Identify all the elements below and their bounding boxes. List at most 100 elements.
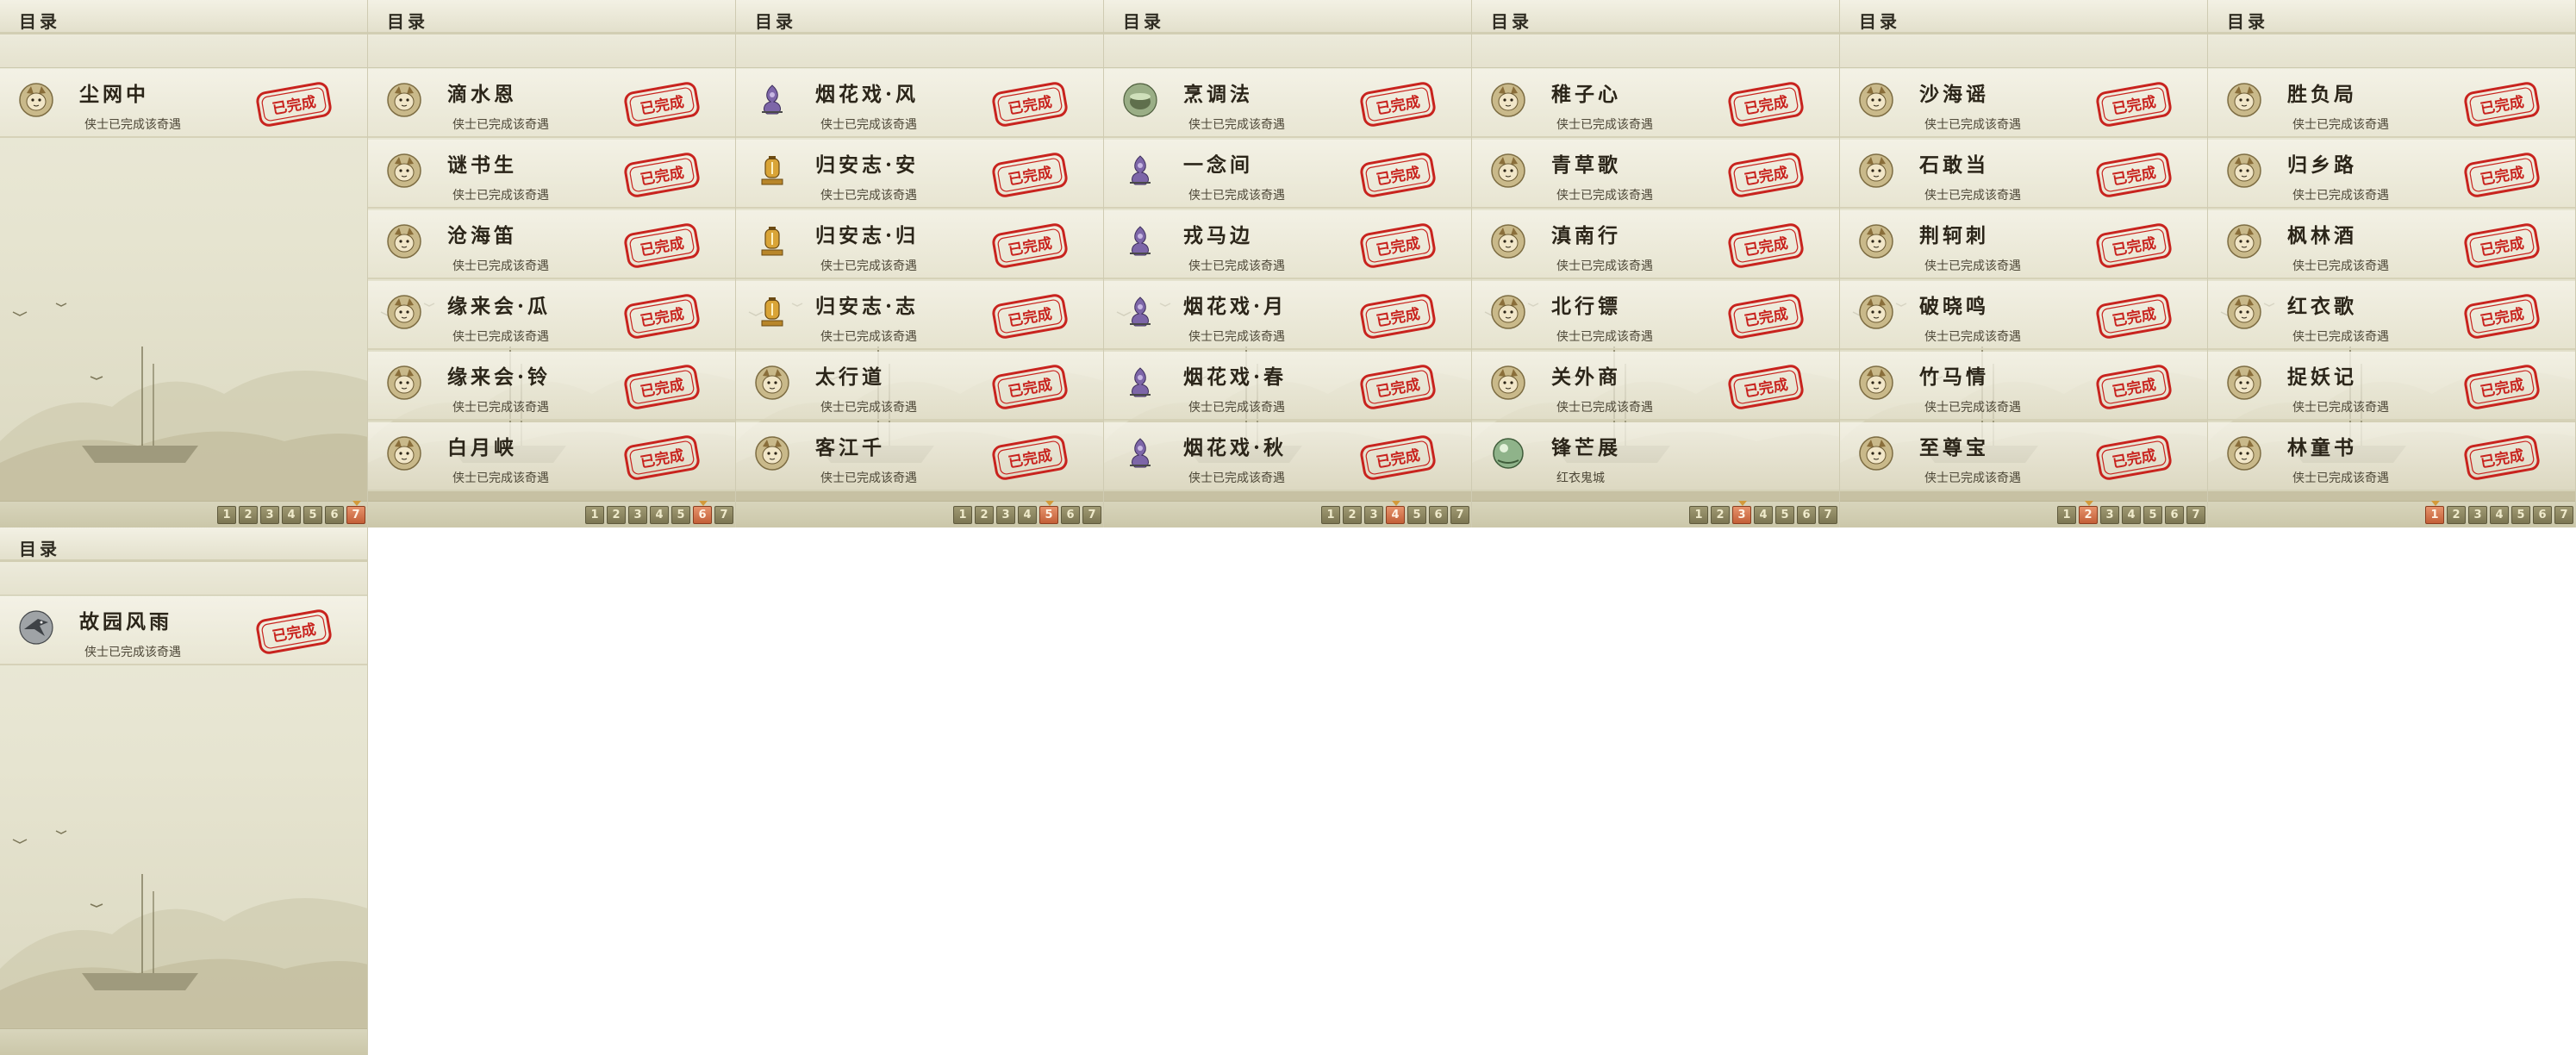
encounter-list-item[interactable]: 荆轲刺 侠士已完成该奇遇 已完成 — [1840, 210, 2207, 279]
encounter-list-item[interactable]: 沙海谣 侠士已完成该奇遇 已完成 — [1840, 69, 2207, 138]
encounter-list-item[interactable]: 尘网中 侠士已完成该奇遇 已完成 — [0, 69, 367, 138]
page-button[interactable]: 2 — [2447, 506, 2466, 524]
encounter-list-item[interactable]: 戎马边 侠士已完成该奇遇 已完成 — [1104, 210, 1471, 279]
panel-header: 目录 — [736, 0, 1103, 34]
page-button-current[interactable]: 4 — [1386, 501, 1405, 524]
encounter-list: 滴水恩 侠士已完成该奇遇 已完成 谜书生 侠士已完成该奇遇 已完成 沧海笛 侠士… — [368, 69, 735, 493]
encounter-list-item[interactable]: 关外商 侠士已完成该奇遇 已完成 — [1472, 352, 1839, 421]
page-button[interactable]: 6 — [2533, 506, 2552, 524]
encounter-list-item[interactable]: 竹马情 侠士已完成该奇遇 已完成 — [1840, 352, 2207, 421]
encounter-title: 北行镖 — [1551, 295, 1621, 318]
encounter-list-item[interactable]: 烟花戏·月 侠士已完成该奇遇 已完成 — [1104, 281, 1471, 350]
encounter-list-item[interactable]: 北行镖 侠士已完成该奇遇 已完成 — [1472, 281, 1839, 350]
page-button[interactable]: 2 — [975, 506, 994, 524]
encounter-status: 侠士已完成该奇遇 — [820, 259, 917, 273]
encounter-list-item[interactable]: 缘来会·铃 侠士已完成该奇遇 已完成 — [368, 352, 735, 421]
page-button[interactable]: 2 — [1711, 506, 1730, 524]
page-button[interactable]: 3 — [1364, 506, 1383, 524]
encounter-list-item[interactable]: 故园风雨 侠士已完成该奇遇 已完成 — [0, 596, 367, 665]
page-button[interactable]: 2 — [239, 506, 258, 524]
encounter-title: 烟花戏·春 — [1183, 365, 1288, 389]
page-button[interactable]: 7 — [1450, 506, 1469, 524]
encounter-list-item[interactable]: 烟花戏·秋 侠士已完成该奇遇 已完成 — [1104, 422, 1471, 491]
encounter-list-item[interactable]: 青草歌 侠士已完成该奇遇 已完成 — [1472, 140, 1839, 209]
page-button[interactable]: 6 — [1061, 506, 1080, 524]
page-button-current[interactable]: 7 — [346, 501, 365, 524]
page-button[interactable]: 4 — [650, 506, 669, 524]
encounter-status: 侠士已完成该奇遇 — [1188, 330, 1285, 344]
encounter-list-item[interactable]: 胜负局 侠士已完成该奇遇 已完成 — [2208, 69, 2575, 138]
page-button[interactable]: 6 — [1797, 506, 1816, 524]
page-button[interactable]: 4 — [282, 506, 301, 524]
encounter-list-item[interactable]: 归安志·安 侠士已完成该奇遇 已完成 — [736, 140, 1103, 209]
encounter-list-item[interactable]: 白月峡 侠士已完成该奇遇 已完成 — [368, 422, 735, 491]
page-button[interactable]: 6 — [325, 506, 344, 524]
encounter-list-item[interactable]: 烟花戏·风 侠士已完成该奇遇 已完成 — [736, 69, 1103, 138]
page-button[interactable]: 5 — [1775, 506, 1794, 524]
encounter-list-item[interactable]: 石敢当 侠士已完成该奇遇 已完成 — [1840, 140, 2207, 209]
page-button-current[interactable]: 3 — [1732, 501, 1751, 524]
page-button[interactable]: 2 — [1343, 506, 1362, 524]
page-button[interactable]: 3 — [2100, 506, 2119, 524]
page-button[interactable]: 3 — [996, 506, 1015, 524]
page-button[interactable]: 7 — [2554, 506, 2573, 524]
encounter-list-item[interactable]: 烟花戏·春 侠士已完成该奇遇 已完成 — [1104, 352, 1471, 421]
orb-icon — [1491, 436, 1525, 471]
firework-icon — [1123, 153, 1157, 188]
page-button[interactable]: 3 — [2468, 506, 2487, 524]
catalog-panel: 目录 胜负局 侠士已完成该奇遇 已完成 归乡路 侠士已完成该奇遇 已完成 枫林酒… — [2208, 0, 2576, 528]
page-button[interactable]: 4 — [2122, 506, 2141, 524]
page-button[interactable]: 5 — [2511, 506, 2530, 524]
page-button[interactable]: 5 — [671, 506, 690, 524]
encounter-list-item[interactable]: 归安志·志 侠士已完成该奇遇 已完成 — [736, 281, 1103, 350]
encounter-list-item[interactable]: 谜书生 侠士已完成该奇遇 已完成 — [368, 140, 735, 209]
encounter-list-item[interactable]: 捉妖记 侠士已完成该奇遇 已完成 — [2208, 352, 2575, 421]
page-button[interactable]: 6 — [2165, 506, 2184, 524]
encounter-list-item[interactable]: 林童书 侠士已完成该奇遇 已完成 — [2208, 422, 2575, 491]
page-button-current[interactable]: 6 — [693, 501, 712, 524]
encounter-list-item[interactable]: 枫林酒 侠士已完成该奇遇 已完成 — [2208, 210, 2575, 279]
encounter-list-item[interactable]: 红衣歌 侠士已完成该奇遇 已完成 — [2208, 281, 2575, 350]
encounter-list-item[interactable]: 滇南行 侠士已完成该奇遇 已完成 — [1472, 210, 1839, 279]
page-button[interactable]: 2 — [607, 506, 626, 524]
encounter-status: 侠士已完成该奇遇 — [452, 330, 549, 344]
page-button[interactable]: 7 — [2186, 506, 2205, 524]
encounter-list-item[interactable]: 归乡路 侠士已完成该奇遇 已完成 — [2208, 140, 2575, 209]
encounter-list-item[interactable]: 稚子心 侠士已完成该奇遇 已完成 — [1472, 69, 1839, 138]
page-button[interactable]: 3 — [628, 506, 647, 524]
page-button[interactable]: 5 — [303, 506, 322, 524]
page-button[interactable]: 6 — [1429, 506, 1448, 524]
page-button[interactable]: 4 — [1754, 506, 1773, 524]
page-button[interactable]: 1 — [585, 506, 604, 524]
encounter-list-item[interactable]: 沧海笛 侠士已完成该奇遇 已完成 — [368, 210, 735, 279]
encounter-list-item[interactable]: 破晓鸣 侠士已完成该奇遇 已完成 — [1840, 281, 2207, 350]
page-button[interactable]: 7 — [1818, 506, 1837, 524]
cat-icon — [755, 365, 789, 400]
page-button[interactable]: 4 — [2490, 506, 2509, 524]
encounter-list-item[interactable]: 客江千 侠士已完成该奇遇 已完成 — [736, 422, 1103, 491]
page-button[interactable]: 1 — [953, 506, 972, 524]
encounter-list-item[interactable]: 滴水恩 侠士已完成该奇遇 已完成 — [368, 69, 735, 138]
page-button[interactable]: 5 — [1407, 506, 1426, 524]
page-button[interactable]: 1 — [217, 506, 236, 524]
page-button-current[interactable]: 2 — [2079, 501, 2098, 524]
page-button[interactable]: 4 — [1018, 506, 1037, 524]
page-button[interactable]: 7 — [1082, 506, 1101, 524]
encounter-list-item[interactable]: 太行道 侠士已完成该奇遇 已完成 — [736, 352, 1103, 421]
encounter-list-item[interactable]: 锋芒展 红衣鬼城 — [1472, 422, 1839, 491]
encounter-title: 青草歌 — [1551, 153, 1621, 177]
encounter-list-item[interactable]: 一念间 侠士已完成该奇遇 已完成 — [1104, 140, 1471, 209]
encounter-list-item[interactable]: 缘来会·瓜 侠士已完成该奇遇 已完成 — [368, 281, 735, 350]
page-button[interactable]: 5 — [2143, 506, 2162, 524]
encounter-list-item[interactable]: 烹调法 侠士已完成该奇遇 已完成 — [1104, 69, 1471, 138]
page-button[interactable]: 1 — [1321, 506, 1340, 524]
page-button[interactable]: 1 — [2057, 506, 2076, 524]
completed-stamp: 已完成 — [1726, 292, 1806, 340]
page-button-current[interactable]: 1 — [2425, 501, 2444, 524]
encounter-list-item[interactable]: 归安志·归 侠士已完成该奇遇 已完成 — [736, 210, 1103, 279]
page-button[interactable]: 7 — [714, 506, 733, 524]
page-button[interactable]: 3 — [260, 506, 279, 524]
page-button[interactable]: 1 — [1689, 506, 1708, 524]
encounter-list-item[interactable]: 至尊宝 侠士已完成该奇遇 已完成 — [1840, 422, 2207, 491]
page-button-current[interactable]: 5 — [1039, 501, 1058, 524]
